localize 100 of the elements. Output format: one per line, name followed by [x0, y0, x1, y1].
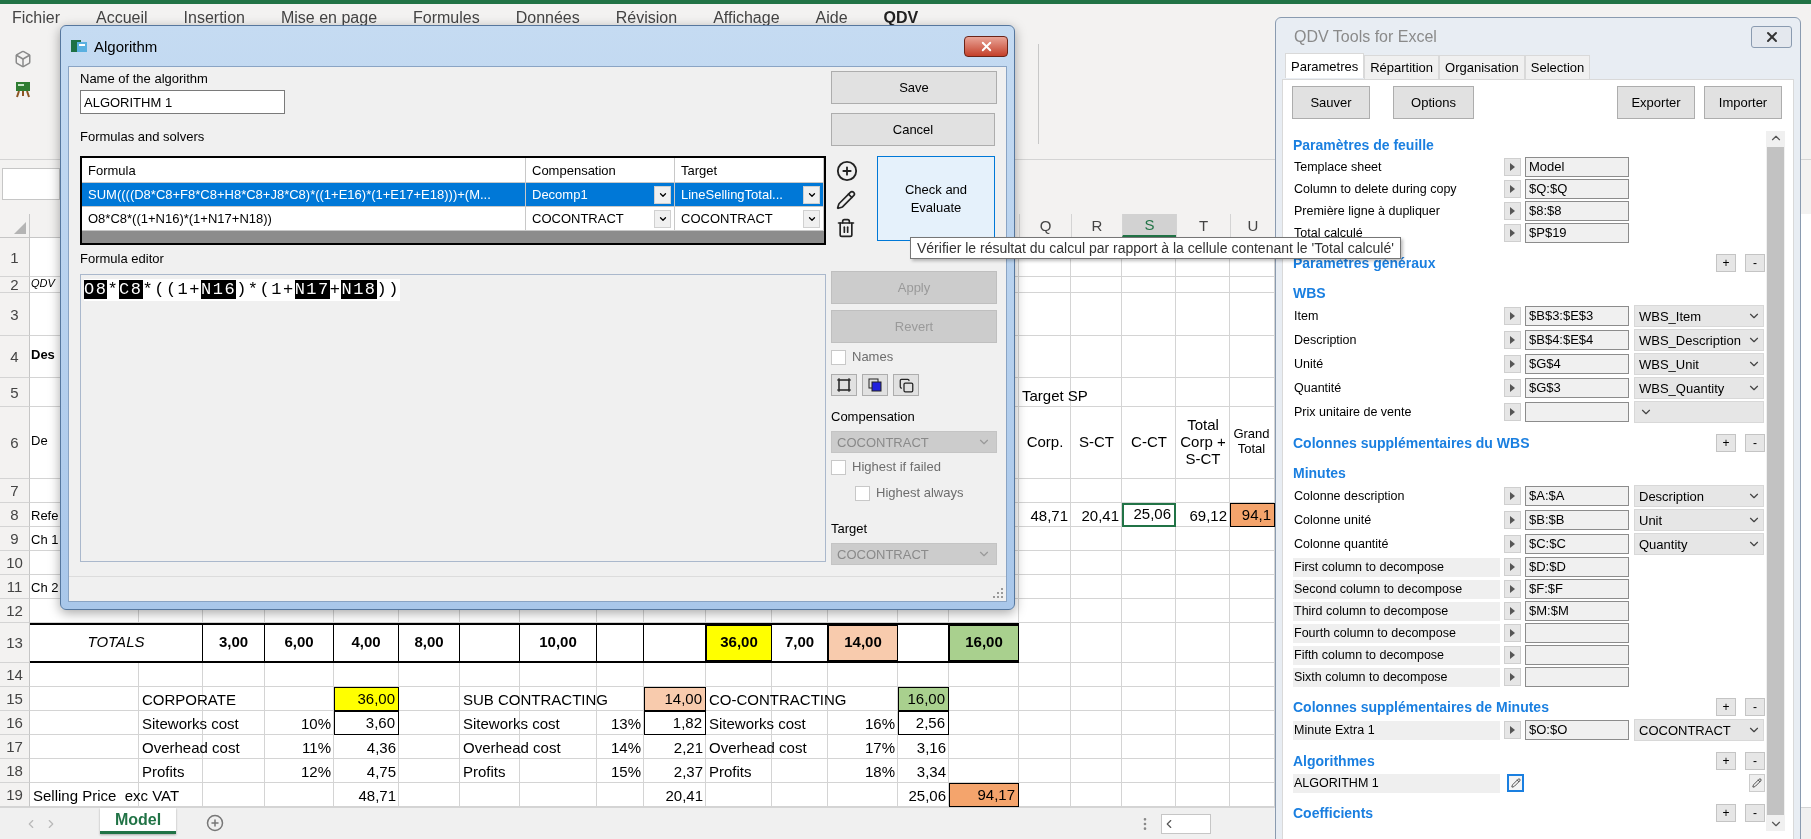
panel-button[interactable]: Options — [1393, 86, 1474, 119]
range-field[interactable]: $D:$D — [1525, 557, 1629, 577]
row-number[interactable]: 2 — [0, 277, 30, 293]
table-cell: 94,1 — [1230, 503, 1275, 527]
column-select[interactable]: Unit — [1634, 509, 1764, 531]
ribbon-tab[interactable]: Formules — [413, 9, 480, 28]
cell-text: 4,75 — [366, 762, 396, 780]
table-cell: 2,56 — [898, 711, 949, 735]
remove-button[interactable]: - — [1745, 434, 1765, 452]
range-field[interactable]: $M:$M — [1525, 601, 1629, 621]
cell-text: 3,16 — [916, 738, 946, 756]
row-number[interactable]: 6 — [0, 407, 30, 479]
range-field[interactable]: $C:$C — [1525, 534, 1629, 554]
row-number[interactable]: 15 — [0, 687, 30, 711]
remove-button[interactable]: - — [1745, 698, 1765, 716]
column-header[interactable]: S — [1122, 214, 1176, 237]
row-number[interactable]: 10 — [0, 551, 30, 575]
range-field[interactable]: $F:$F — [1525, 579, 1629, 599]
cell-text: 14% — [610, 738, 641, 756]
range-field[interactable]: $Q:$Q — [1525, 179, 1629, 199]
name-field[interactable]: ALGORITHM 1 — [80, 90, 285, 114]
column-select[interactable]: Description — [1634, 485, 1764, 507]
remove-button[interactable]: - — [1745, 804, 1765, 822]
row-number[interactable]: 9 — [0, 527, 30, 551]
add-button[interactable]: + — [1716, 804, 1736, 822]
section-heading: Minutes — [1293, 465, 1346, 481]
range-field[interactable]: $G$4 — [1525, 354, 1629, 374]
ribbon-tab[interactable]: Fichier — [12, 9, 60, 28]
range-field[interactable]: $O:$O — [1525, 720, 1629, 740]
tab[interactable]: Selection — [1524, 55, 1591, 79]
range-field[interactable]: $B$4:$E$4 — [1525, 330, 1629, 350]
cell-text: COCONTRACT — [532, 211, 624, 226]
table-cell: 94,17 — [949, 783, 1019, 807]
check-evaluate-button[interactable]: Check and Evaluate — [877, 156, 995, 241]
row-number[interactable]: 19 — [0, 783, 30, 807]
cell-text: 2,37 — [673, 762, 703, 780]
range-field[interactable]: Model — [1525, 157, 1629, 177]
field-label: Fifth column to decompose — [1293, 645, 1500, 665]
field-label: Item — [1293, 307, 1320, 325]
ribbon-tab[interactable]: Aide — [815, 9, 848, 28]
range-field[interactable]: $A:$A — [1525, 486, 1629, 506]
row-number[interactable]: 11 — [0, 575, 30, 599]
table-cell: 3,60 — [334, 711, 399, 735]
ribbon-tab[interactable]: QDV — [883, 9, 919, 28]
grid-row[interactable]: O8*C8*((1+N16)*(1+N17+N18)) COCONTRACT COCONTRACT — [82, 207, 824, 231]
row-number[interactable]: 5 — [0, 378, 30, 407]
range-field[interactable]: $B$3:$E$3 — [1525, 306, 1629, 326]
column-select[interactable]: Quantity — [1634, 533, 1764, 555]
ribbon-tab[interactable]: Insertion — [183, 9, 245, 28]
row-number[interactable]: 8 — [0, 503, 30, 527]
sheet-tab[interactable]: Model — [100, 808, 176, 834]
row-number[interactable]: 3 — [0, 293, 30, 336]
row-number[interactable]: 4 — [0, 336, 30, 378]
grid-row[interactable]: SUM((((D8*C8+F8*C8+H8*C8+J8*C8)*((1+E16)*(1+E17+E18)))+(M... Decomp1 LineSellingTotal... — [82, 183, 824, 207]
tab[interactable]: Organisation — [1439, 55, 1525, 79]
tab[interactable]: Répartition — [1364, 55, 1440, 79]
range-field[interactable]: $8:$8 — [1525, 201, 1629, 221]
range-field[interactable]: $B:$B — [1525, 510, 1629, 530]
row-number[interactable]: 16 — [0, 711, 30, 735]
table-cell: 16,00 — [898, 687, 949, 711]
row-number[interactable]: 17 — [0, 735, 30, 759]
row-number[interactable]: 13 — [0, 623, 30, 663]
add-button[interactable]: + — [1716, 254, 1736, 272]
field-label: Colonne quantité — [1293, 535, 1390, 553]
tab[interactable]: Parametres — [1285, 53, 1365, 78]
table-cell: 36,00 — [334, 687, 399, 711]
range-field[interactable]: $P$19 — [1525, 223, 1629, 243]
save-button[interactable]: Save — [831, 71, 997, 104]
ribbon-tab[interactable]: Données — [515, 9, 580, 28]
row-number[interactable]: 1 — [0, 238, 30, 277]
row-number[interactable]: 12 — [0, 599, 30, 623]
column-select[interactable]: COCONTRACT — [1634, 719, 1764, 741]
algorithm-name[interactable]: ALGORITHM 1 — [1293, 773, 1500, 793]
remove-button[interactable]: - — [1745, 752, 1765, 770]
cancel-button[interactable]: Cancel — [831, 113, 995, 146]
cell-text: 25,06 — [908, 786, 946, 804]
add-button[interactable]: + — [1716, 698, 1736, 716]
ribbon-tab[interactable]: Accueil — [96, 9, 148, 28]
column-select[interactable]: WBS_Unit — [1634, 353, 1764, 375]
add-button[interactable]: + — [1716, 434, 1736, 452]
row-number[interactable]: 18 — [0, 759, 30, 783]
panel-button[interactable]: Sauver — [1292, 86, 1370, 119]
table-cell: 8,00 — [399, 625, 460, 661]
row-number[interactable]: 7 — [0, 479, 30, 503]
add-button[interactable]: + — [1716, 752, 1736, 770]
cell-text: Grand Total — [1232, 426, 1271, 457]
column-select[interactable]: WBS_Quantity — [1634, 377, 1764, 399]
cell-text: Refe — [31, 509, 59, 524]
ribbon-tab[interactable]: Mise en page — [280, 9, 378, 28]
remove-button[interactable]: - — [1745, 254, 1765, 272]
cell-text: Des — [31, 348, 55, 363]
ribbon-tab[interactable]: Affichage — [713, 9, 780, 28]
panel-button[interactable]: Exporter — [1617, 86, 1695, 119]
ribbon-tab[interactable]: Révision — [615, 9, 678, 28]
column-select[interactable]: WBS_Item — [1634, 305, 1764, 327]
range-field[interactable]: $G$3 — [1525, 378, 1629, 398]
formula-editor[interactable]: O8*C8*((1+N16)*(1+N17+N18)) — [80, 274, 826, 562]
panel-button[interactable]: Importer — [1704, 86, 1782, 119]
column-select[interactable]: WBS_Description — [1634, 329, 1764, 351]
row-number[interactable]: 14 — [0, 663, 30, 687]
